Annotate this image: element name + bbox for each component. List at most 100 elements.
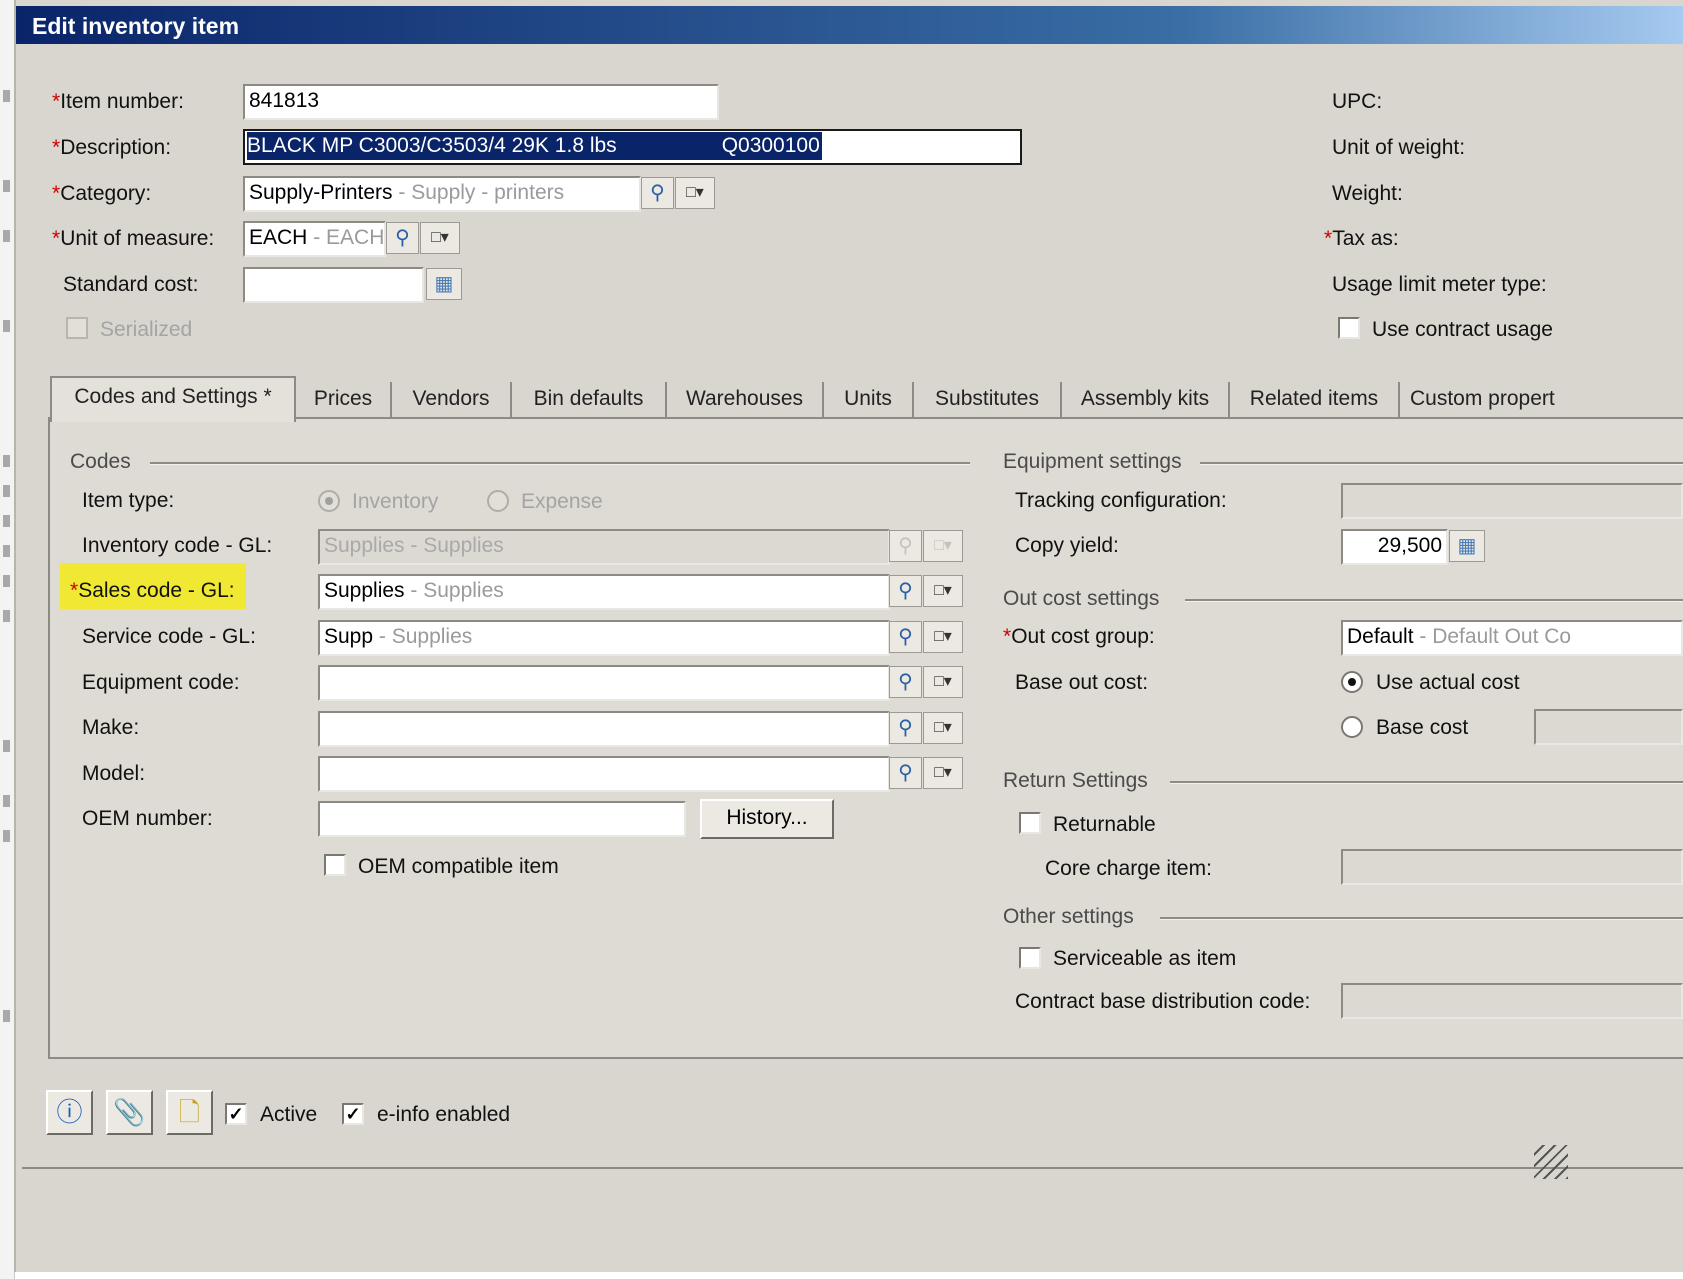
active-checkbox[interactable]: ✓: [225, 1103, 247, 1125]
equipment-code-label: Equipment code:: [82, 671, 240, 694]
oem-compatible-checkbox[interactable]: [324, 854, 346, 876]
unit-of-weight-label: Unit of weight:: [1332, 136, 1466, 159]
copy-yield-field[interactable]: 29,500: [1341, 529, 1448, 565]
category-field[interactable]: Supply-Printers - Supply - printers: [243, 176, 641, 212]
unit-of-measure-label: *Unit of measure:: [52, 227, 215, 250]
base-cost-radio[interactable]: [1341, 716, 1363, 738]
equipment-section-title: Equipment settings: [1003, 450, 1188, 474]
description-field[interactable]: BLACK MP C3003/C3503/4 29K 1.8 lbs Q03001…: [243, 129, 1022, 165]
make-label: Make:: [82, 716, 140, 739]
use-actual-cost-radio[interactable]: [1341, 671, 1363, 693]
inventory-code-gl-field[interactable]: Supplies - Supplies: [318, 529, 890, 565]
core-charge-item-label: Core charge item:: [1045, 857, 1212, 880]
model-dropdown-icon[interactable]: □▾: [923, 757, 963, 789]
serialized-label: Serialized: [100, 318, 193, 341]
service-code-search-icon[interactable]: ⚲: [889, 621, 922, 653]
oem-compatible-label: OEM compatible item: [358, 855, 559, 878]
history-button[interactable]: History...: [700, 799, 834, 839]
sales-code-dropdown-icon[interactable]: □▾: [923, 575, 963, 607]
description-selected-text: BLACK MP C3003/C3503/4 29K 1.8 lbs Q03001…: [247, 132, 822, 160]
other-divider: [1160, 917, 1683, 920]
make-field[interactable]: [318, 711, 890, 747]
item-number-label: *Item number:: [52, 90, 184, 113]
tracking-configuration-field[interactable]: [1341, 483, 1683, 519]
return-divider: [1170, 781, 1683, 784]
returnable-checkbox[interactable]: [1019, 812, 1041, 834]
service-code-dropdown-icon[interactable]: □▾: [923, 621, 963, 653]
model-search-icon[interactable]: ⚲: [889, 757, 922, 789]
serviceable-checkbox[interactable]: [1019, 947, 1041, 969]
return-section-title: Return Settings: [1003, 769, 1154, 793]
footer-divider: [22, 1167, 1683, 1169]
sales-code-gl-label: *Sales code - GL:: [70, 579, 235, 602]
unit-search-icon[interactable]: ⚲: [386, 222, 419, 254]
equipment-code-field[interactable]: [318, 665, 890, 701]
standard-cost-field[interactable]: [243, 267, 424, 303]
tab-bin-defaults[interactable]: Bin defaults: [512, 382, 667, 418]
inventory-radio-label: Inventory: [352, 490, 439, 513]
equipment-code-dropdown-icon[interactable]: □▾: [923, 666, 963, 698]
weight-label: Weight:: [1332, 182, 1403, 205]
tab-warehouses[interactable]: Warehouses: [667, 382, 824, 418]
background-window-strip: [0, 0, 15, 1279]
core-charge-item-field[interactable]: [1341, 849, 1683, 885]
item-number-field[interactable]: 841813: [243, 84, 719, 120]
base-cost-label: Base cost: [1376, 716, 1469, 739]
tab-units[interactable]: Units: [824, 382, 914, 418]
category-dropdown-icon[interactable]: □▾: [675, 177, 715, 209]
inventory-code-search-icon[interactable]: ⚲: [889, 530, 922, 562]
tab-codes-and-settings[interactable]: Codes and Settings *: [50, 376, 296, 422]
inventory-code-gl-label: Inventory code - GL:: [82, 534, 273, 557]
tab-related-items[interactable]: Related items: [1230, 382, 1400, 418]
base-cost-field[interactable]: [1534, 709, 1683, 745]
sales-code-gl-field[interactable]: Supplies - Supplies: [318, 574, 890, 610]
category-label: *Category:: [52, 182, 152, 205]
note-icon[interactable]: 🗋: [166, 1090, 213, 1135]
unit-of-measure-field[interactable]: EACH - EACH: [243, 221, 386, 257]
codes-divider: [150, 462, 970, 465]
attachment-icon[interactable]: 📎: [106, 1090, 153, 1135]
title-bar[interactable]: Edit inventory item: [16, 6, 1683, 44]
expense-radio[interactable]: [487, 490, 509, 512]
einfo-enabled-checkbox[interactable]: ✓: [342, 1103, 364, 1125]
out-cost-group-field[interactable]: Default - Default Out Co: [1341, 620, 1683, 656]
use-contract-usage-checkbox[interactable]: [1338, 317, 1360, 339]
category-search-icon[interactable]: ⚲: [641, 177, 674, 209]
tax-as-label: *Tax as:: [1324, 227, 1399, 250]
inventory-radio[interactable]: [318, 490, 340, 512]
out-cost-group-label: *Out cost group:: [1003, 625, 1155, 648]
inventory-code-dropdown-icon[interactable]: □▾: [923, 530, 963, 562]
einfo-enabled-label: e-info enabled: [377, 1103, 511, 1126]
upc-label: UPC:: [1332, 90, 1383, 113]
tab-custom-properties[interactable]: Custom propert: [1400, 382, 1683, 418]
tab-assembly-kits[interactable]: Assembly kits: [1062, 382, 1230, 418]
unit-dropdown-icon[interactable]: □▾: [420, 222, 460, 254]
tab-substitutes[interactable]: Substitutes: [914, 382, 1062, 418]
sales-code-search-icon[interactable]: ⚲: [889, 575, 922, 607]
make-search-icon[interactable]: ⚲: [889, 712, 922, 744]
contract-base-distribution-code-field[interactable]: [1341, 983, 1683, 1019]
equipment-code-search-icon[interactable]: ⚲: [889, 666, 922, 698]
oem-number-field[interactable]: [318, 801, 686, 837]
resize-grip-icon[interactable]: [1534, 1145, 1568, 1179]
codes-section-title: Codes: [70, 450, 137, 474]
active-label: Active: [260, 1103, 318, 1126]
model-label: Model:: [82, 762, 146, 785]
tab-vendors[interactable]: Vendors: [392, 382, 512, 418]
other-section-title: Other settings: [1003, 905, 1140, 929]
make-dropdown-icon[interactable]: □▾: [923, 712, 963, 744]
serialized-checkbox[interactable]: [66, 317, 88, 339]
copy-yield-calculator-icon[interactable]: ▦: [1449, 530, 1485, 562]
out-cost-section-title: Out cost settings: [1003, 587, 1166, 611]
tab-prices[interactable]: Prices: [296, 382, 392, 418]
description-label: *Description:: [52, 136, 172, 159]
oem-number-label: OEM number:: [82, 807, 213, 830]
use-contract-usage-label: Use contract usage: [1372, 318, 1553, 341]
tab-strip: Codes and Settings * Prices Vendors Bin …: [50, 376, 1683, 422]
model-field[interactable]: [318, 756, 890, 792]
copy-yield-label: Copy yield:: [1015, 534, 1119, 557]
serviceable-label: Serviceable as item: [1053, 947, 1237, 970]
service-code-gl-field[interactable]: Supp - Supplies: [318, 620, 890, 656]
calculator-icon[interactable]: ▦: [426, 268, 462, 300]
info-icon[interactable]: ⓘ: [46, 1090, 93, 1135]
